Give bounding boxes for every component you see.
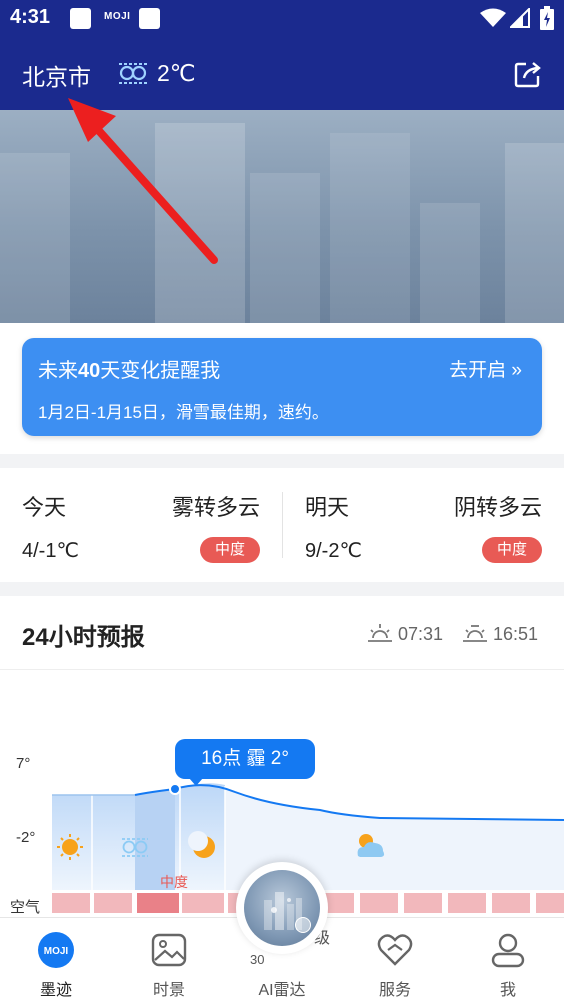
forecast-tooltip: 16点 霾 2° bbox=[175, 739, 315, 779]
nav-label-service: 服务 bbox=[378, 982, 411, 999]
fog-icon bbox=[119, 63, 147, 84]
forecast-divider bbox=[0, 669, 564, 670]
moji-status-icon: MOJI bbox=[104, 11, 131, 22]
radar-badge-icon bbox=[295, 917, 311, 933]
battery-icon bbox=[540, 6, 554, 30]
today-aqi-badge: 中度 bbox=[200, 537, 260, 563]
today-weather: 雾转多云 bbox=[171, 495, 260, 520]
app-header: 北京市 2℃ bbox=[0, 36, 564, 110]
nav-label-photo: 时景 bbox=[152, 982, 185, 999]
tomorrow-label: 明天 bbox=[305, 495, 350, 520]
service-icon bbox=[377, 934, 413, 966]
reminder-subtitle: 1月2日-1月15日，滑雪最佳期，速约。 bbox=[38, 403, 329, 422]
sunrise-info: 07:31 bbox=[367, 622, 443, 645]
aqi-value-text: 30 bbox=[250, 952, 265, 967]
tomorrow-aqi-badge: 中度 bbox=[482, 537, 542, 563]
sunrise-icon bbox=[368, 624, 392, 642]
reminder-open-button[interactable]: 去开启 » bbox=[449, 355, 522, 382]
radar-icon bbox=[244, 870, 320, 946]
nav-label-profile: 我 bbox=[499, 982, 516, 999]
profile-icon bbox=[491, 933, 525, 968]
nav-item-photo[interactable]: 时景 bbox=[113, 918, 225, 1004]
wifi-icon bbox=[480, 8, 506, 27]
reminder-card[interactable]: 未来40天变化提醒我 去开启 » 1月2日-1月15日，滑雪最佳期，速约。 bbox=[22, 338, 542, 436]
sunrise-time: 07:31 bbox=[398, 624, 444, 644]
tomorrow-forecast[interactable]: 明天 阴转多云 9/-2℃ 中度 bbox=[283, 468, 564, 580]
city-selector[interactable]: 北京市 bbox=[22, 58, 91, 92]
share-icon[interactable] bbox=[512, 58, 544, 90]
notification-icon bbox=[139, 8, 160, 29]
nav-item-profile[interactable]: 我 bbox=[452, 918, 564, 1004]
status-time: 4:31 bbox=[10, 6, 51, 28]
double-chevron-right-icon: » bbox=[511, 360, 522, 381]
nav-label-moji: 墨迹 bbox=[39, 982, 72, 999]
section-divider bbox=[0, 454, 564, 468]
forecast-title: 24小时预报 bbox=[22, 624, 145, 651]
tomorrow-temp: 9/-2℃ bbox=[305, 540, 362, 562]
aqi-highlight-label: 中度 bbox=[160, 874, 188, 890]
ai-radar-button[interactable] bbox=[236, 862, 328, 954]
signal-icon bbox=[510, 8, 530, 28]
sunset-info: 16:51 bbox=[462, 622, 538, 645]
status-bar: 4:31 MOJI bbox=[0, 0, 564, 36]
svg-text:MOJI: MOJI bbox=[44, 946, 69, 957]
sunset-icon bbox=[463, 625, 487, 642]
moji-icon: MOJI bbox=[38, 932, 74, 968]
nav-label-radar: AI雷达 bbox=[258, 982, 306, 999]
weather-background bbox=[0, 110, 564, 323]
nav-item-service[interactable]: 服务 bbox=[339, 918, 451, 1004]
current-temperature: 2℃ bbox=[157, 60, 196, 86]
today-label: 今天 bbox=[22, 495, 67, 520]
tomorrow-weather: 阴转多云 bbox=[453, 495, 542, 520]
photo-icon bbox=[151, 933, 187, 967]
reminder-title: 未来40天变化提醒我 bbox=[38, 360, 221, 382]
aqi-row-label: 空气 bbox=[10, 899, 41, 916]
today-temp: 4/-1℃ bbox=[22, 540, 79, 562]
section-divider bbox=[0, 582, 564, 596]
notification-icon bbox=[70, 8, 91, 29]
tooltip-pointer bbox=[189, 778, 203, 786]
sunset-time: 16:51 bbox=[493, 624, 539, 644]
today-forecast[interactable]: 今天 雾转多云 4/-1℃ 中度 bbox=[0, 468, 282, 580]
nav-item-moji[interactable]: MOJI 墨迹 bbox=[0, 918, 112, 1004]
